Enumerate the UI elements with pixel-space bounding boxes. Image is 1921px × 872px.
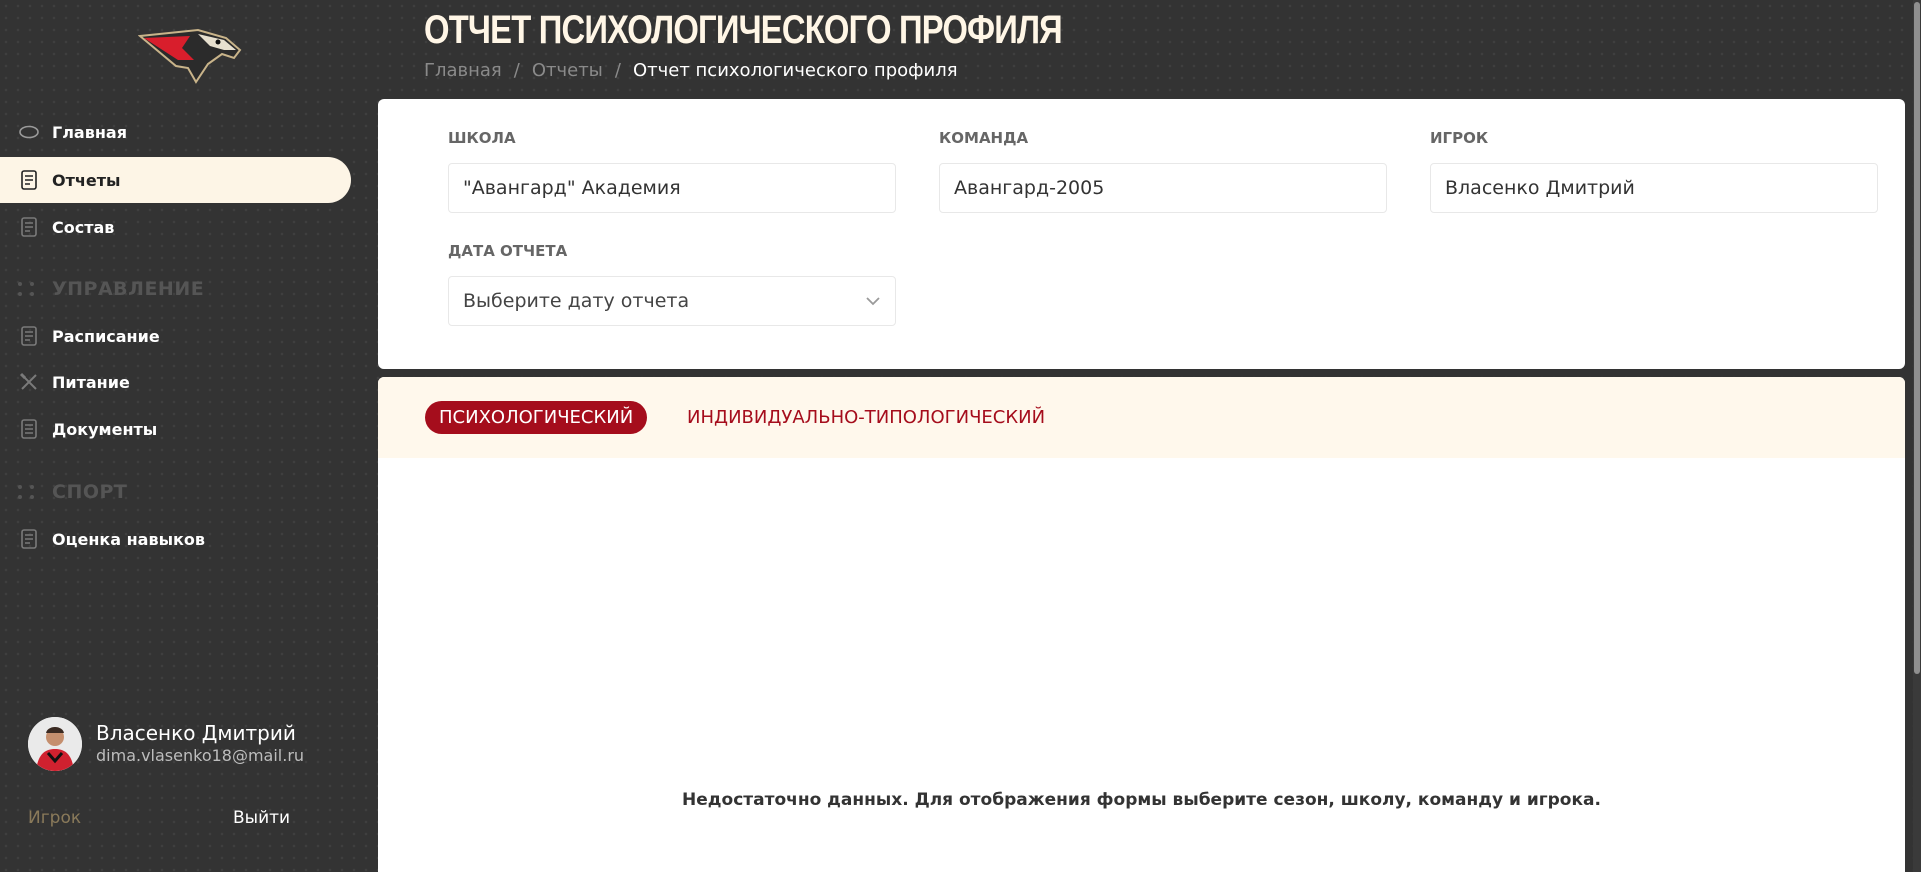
sidebar-item-roster[interactable]: Состав — [0, 204, 351, 250]
sidebar-item-skills[interactable]: Оценка навыков — [0, 516, 351, 562]
tabs-bar: ПСИХОЛОГИЧЕСКИЙ ИНДИВИДУАЛЬНО-ТИПОЛОГИЧЕ… — [378, 377, 1905, 458]
sidebar-item-nutrition[interactable]: Питание — [0, 359, 351, 405]
sidebar-item-schedule[interactable]: Расписание — [0, 313, 351, 359]
hawk-logo-icon — [137, 28, 242, 84]
page-title: ОТЧЕТ ПСИХОЛОГИЧЕСКОГО ПРОФИЛЯ — [424, 8, 1063, 52]
user-photo-icon — [28, 717, 82, 771]
document-icon — [18, 325, 40, 347]
drag-dots-icon — [18, 485, 40, 499]
scrollbar-thumb[interactable] — [1914, 2, 1920, 674]
sidebar-item-label: Главная — [52, 122, 127, 142]
section-management: УПРАВЛЕНИЕ — [18, 274, 204, 304]
filter-card: ШКОЛА "Авангард" Академия КОМАНДА Аванга… — [378, 99, 1905, 369]
sidebar-item-home[interactable]: Главная — [0, 109, 351, 155]
document-icon — [18, 418, 40, 440]
chevron-down-icon — [865, 293, 881, 309]
player-field: ИГРОК Власенко Дмитрий — [1430, 129, 1878, 213]
tab-psychological[interactable]: ПСИХОЛОГИЧЕСКИЙ — [425, 401, 648, 434]
sidebar-item-label: Расписание — [52, 326, 160, 346]
document-icon — [18, 216, 40, 238]
breadcrumb: Главная / Отчеты / Отчет психологического пр… — [424, 60, 958, 81]
breadcrumb-current: Отчет психологического профиля — [632, 60, 958, 81]
sidebar-item-label: Документы — [52, 419, 158, 439]
team-field: КОМАНДА Авангард-2005 — [939, 129, 1387, 213]
player-input[interactable]: Власенко Дмитрий — [1430, 163, 1878, 213]
cutlery-icon — [18, 371, 40, 393]
sidebar-item-label: Состав — [52, 217, 115, 237]
report-date-field: ДАТА ОТЧЕТА Выберите дату отчета — [448, 242, 896, 326]
school-label: ШКОЛА — [448, 129, 516, 147]
breadcrumb-separator: / — [614, 60, 621, 81]
sidebar-item-label: Оценка навыков — [52, 529, 206, 549]
sidebar-item-documents[interactable]: Документы — [0, 406, 351, 452]
document-icon — [18, 528, 40, 550]
sidebar-item-reports[interactable]: Отчеты — [0, 157, 351, 203]
report-date-select[interactable]: Выберите дату отчета — [448, 276, 896, 326]
user-email: dima.vlasenko18@mail.ru — [96, 746, 305, 765]
sidebar-item-label: Питание — [52, 372, 130, 392]
report-card: ПСИХОЛОГИЧЕСКИЙ ИНДИВИДУАЛЬНО-ТИПОЛОГИЧЕ… — [378, 377, 1905, 872]
user-profile[interactable]: Власенко Дмитрий dima.vlasenko18@mail.ru — [28, 716, 358, 772]
section-label: УПРАВЛЕНИЕ — [52, 278, 205, 300]
user-name: Власенко Дмитрий — [96, 721, 296, 745]
school-field: ШКОЛА "Авангард" Академия — [448, 129, 896, 213]
logout-link[interactable]: Выйти — [233, 808, 290, 828]
tab-individual-typological[interactable]: ИНДИВИДУАЛЬНО-ТИПОЛОГИЧЕСКИЙ — [687, 401, 1045, 434]
section-label: СПОРТ — [52, 481, 128, 503]
player-label: ИГРОК — [1430, 129, 1489, 147]
team-input[interactable]: Авангард-2005 — [939, 163, 1387, 213]
user-role: Игрок — [28, 808, 82, 828]
team-label: КОМАНДА — [939, 129, 1029, 147]
sidebar: Главная Отчеты Состав УПРАВЛЕНИЕ Расписа… — [0, 0, 378, 872]
puck-icon — [18, 121, 40, 143]
report-date-label: ДАТА ОТЧЕТА — [448, 242, 568, 260]
drag-dots-icon — [18, 282, 40, 296]
section-sport: СПОРТ — [18, 477, 127, 507]
report-date-placeholder: Выберите дату отчета — [463, 290, 690, 312]
report-icon — [18, 169, 40, 191]
breadcrumb-separator: / — [513, 60, 520, 81]
empty-state-message: Недостаточно данных. Для отображения фор… — [682, 790, 1601, 810]
avatar[interactable] — [28, 717, 82, 771]
school-input[interactable]: "Авангард" Академия — [448, 163, 896, 213]
club-logo[interactable] — [137, 24, 243, 84]
sidebar-item-label: Отчеты — [52, 170, 121, 190]
breadcrumb-reports[interactable]: Отчеты — [532, 60, 603, 81]
breadcrumb-home[interactable]: Главная — [424, 60, 502, 81]
